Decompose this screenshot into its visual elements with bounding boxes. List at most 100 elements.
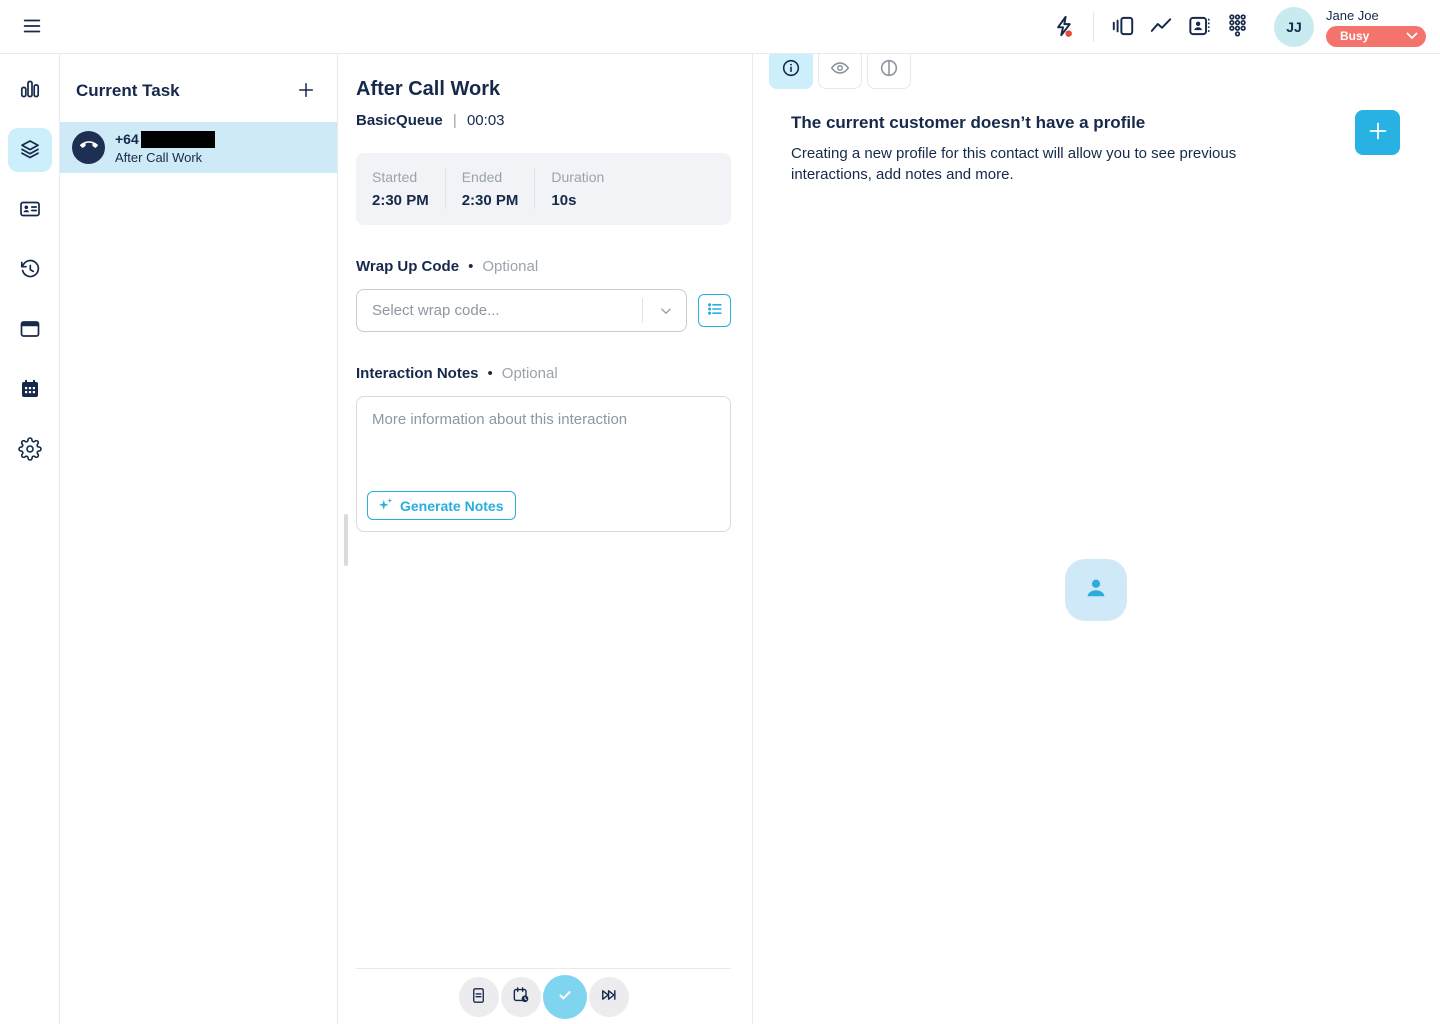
customer-placeholder-avatar: [1065, 559, 1127, 621]
split-circle-icon: [878, 57, 900, 82]
interaction-notes-textarea[interactable]: [357, 397, 730, 487]
phone-handset-icon: [80, 136, 98, 159]
id-card-icon: [18, 197, 42, 224]
sidebar-item-settings[interactable]: [8, 428, 52, 472]
sidebar-item-calendar[interactable]: [8, 368, 52, 412]
no-profile-heading: The current customer doesn’t have a prof…: [791, 113, 1263, 133]
bar-chart-icon: [18, 77, 42, 104]
schedule-callback-button[interactable]: [501, 977, 541, 1017]
acw-title: After Call Work: [356, 78, 731, 101]
user-meta: Jane Joe Busy: [1326, 8, 1426, 47]
line-chart-icon: [1148, 13, 1174, 42]
create-profile-button[interactable]: [1355, 110, 1400, 155]
eye-icon: [829, 57, 851, 82]
duration-label: Duration: [551, 169, 604, 185]
dialpad-button[interactable]: [1218, 8, 1256, 46]
navigation-rail: [0, 54, 60, 1024]
summary-started: Started 2:30 PM: [356, 169, 445, 209]
bullet-list-icon: [705, 299, 725, 322]
started-label: Started: [372, 169, 429, 185]
redacted-phone-number: [141, 131, 215, 148]
queue-name: BasicQueue: [356, 112, 443, 129]
agent-workspace: JJ Jane Joe Busy: [0, 0, 1440, 1024]
plus-icon: [296, 80, 316, 103]
topbar: JJ Jane Joe Busy: [0, 0, 1440, 54]
notes-label-row: Interaction Notes • Optional: [356, 365, 731, 382]
tab-preview[interactable]: [818, 49, 862, 89]
current-task-panel: Current Task +64: [60, 54, 338, 1024]
profile-tab-row: [753, 49, 1440, 89]
duration-value: 10s: [551, 192, 604, 209]
tab-info[interactable]: [769, 49, 813, 89]
complete-task-button[interactable]: [543, 975, 587, 1019]
customer-profile-panel: The current customer doesn’t have a prof…: [752, 54, 1440, 1024]
document-icon: [469, 986, 488, 1008]
hamburger-menu-button[interactable]: [16, 13, 48, 41]
task-phone-number: +64: [115, 131, 139, 147]
calendar-icon: [18, 377, 42, 404]
acw-footer: [356, 968, 731, 1024]
sidebar-item-browser[interactable]: [8, 308, 52, 352]
interaction-notes-box: Generate Notes: [356, 396, 731, 532]
ended-value: 2:30 PM: [462, 192, 519, 209]
sparkle-icon: [377, 496, 394, 516]
sidebar-item-contacts[interactable]: [8, 188, 52, 232]
user-name: Jane Joe: [1326, 8, 1379, 23]
summary-ended: Ended 2:30 PM: [445, 169, 535, 209]
no-profile-description: Creating a new profile for this contact …: [791, 143, 1263, 185]
agent-status-dropdown[interactable]: Busy: [1326, 26, 1426, 47]
generate-notes-label: Generate Notes: [400, 498, 503, 514]
queue-separator: |: [453, 112, 457, 129]
after-call-work-panel: After Call Work BasicQueue | 00:03 Start…: [339, 54, 752, 1024]
task-panel-header: Current Task: [60, 54, 337, 122]
topbar-actions: JJ Jane Joe Busy: [1045, 0, 1426, 54]
skip-button[interactable]: [589, 977, 629, 1017]
scrollbar-thumb[interactable]: [344, 514, 348, 566]
metrics-chart-button[interactable]: [1142, 8, 1180, 46]
no-profile-texts: The current customer doesn’t have a prof…: [791, 113, 1263, 185]
view-script-button[interactable]: [459, 977, 499, 1017]
notification-dot: [1065, 30, 1072, 37]
sidebar-item-history[interactable]: [8, 248, 52, 292]
hamburger-icon: [19, 15, 45, 40]
task-item-subtitle: After Call Work: [115, 150, 215, 165]
wrap-code-input[interactable]: [356, 289, 687, 332]
side-panels-icon: [1110, 13, 1136, 42]
notes-label: Interaction Notes: [356, 365, 479, 382]
lightning-icon: [1051, 12, 1077, 43]
contact-card-icon: [1186, 13, 1212, 42]
wrap-code-select[interactable]: [356, 289, 687, 332]
notifications-button[interactable]: [1045, 8, 1083, 46]
sidebar-item-metrics[interactable]: [8, 68, 52, 112]
wrap-code-list-button[interactable]: [698, 294, 731, 327]
no-profile-header: The current customer doesn’t have a prof…: [753, 89, 1440, 185]
wrap-up-optional: Optional: [482, 258, 538, 275]
acw-queue-line: BasicQueue | 00:03: [356, 112, 731, 129]
summary-duration: Duration 10s: [534, 169, 620, 209]
notes-optional: Optional: [502, 365, 558, 382]
new-task-button[interactable]: [293, 78, 319, 104]
tab-insights[interactable]: [867, 49, 911, 89]
task-list-item[interactable]: +64 After Call Work: [60, 122, 337, 173]
layers-icon: [18, 137, 42, 164]
generate-notes-button[interactable]: Generate Notes: [367, 491, 516, 520]
label-dot: •: [488, 365, 493, 382]
acw-timer: 00:03: [467, 112, 505, 129]
user-avatar[interactable]: JJ: [1274, 7, 1314, 47]
panels-view-button[interactable]: [1104, 8, 1142, 46]
label-dot: •: [468, 258, 473, 275]
info-icon: [780, 57, 802, 82]
directory-button[interactable]: [1180, 8, 1218, 46]
topbar-divider: [1093, 12, 1094, 42]
dialpad-icon: [1224, 11, 1251, 44]
call-summary-box: Started 2:30 PM Ended 2:30 PM Duration 1…: [356, 153, 731, 225]
plus-icon: [1366, 119, 1390, 146]
wrap-up-label-row: Wrap Up Code • Optional: [356, 258, 731, 275]
wrap-up-label: Wrap Up Code: [356, 258, 459, 275]
sidebar-item-tasks[interactable]: [8, 128, 52, 172]
call-ended-avatar: [72, 131, 105, 164]
person-icon: [1081, 573, 1111, 608]
started-value: 2:30 PM: [372, 192, 429, 209]
task-item-texts: +64 After Call Work: [115, 131, 215, 165]
check-icon: [555, 985, 575, 1008]
